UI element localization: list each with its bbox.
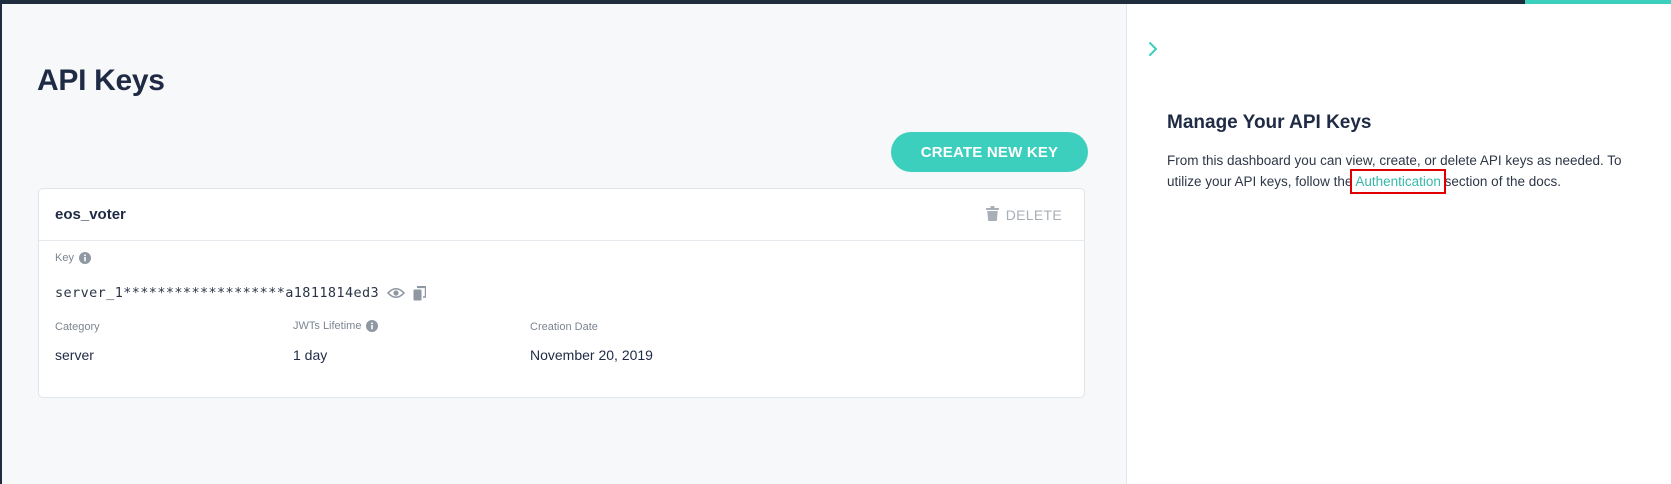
description-text-end: section of the docs. — [1440, 174, 1561, 189]
side-panel-title: Manage Your API Keys — [1167, 112, 1372, 133]
api-key-card-header: eos_voter DELETE — [39, 189, 1084, 241]
key-row: server_1*******************a1811814ed3 — [55, 285, 427, 301]
creation-date-value: November 20, 2019 — [530, 347, 653, 363]
jwt-lifetime-label: JWTs Lifetime — [293, 320, 362, 332]
key-label-group: Key — [55, 252, 91, 264]
copy-icon[interactable] — [413, 285, 427, 301]
key-label: Key — [55, 252, 74, 264]
category-value: server — [55, 347, 94, 363]
category-label: Category — [55, 321, 100, 333]
jwt-lifetime-value: 1 day — [293, 347, 328, 363]
side-panel-description: From this dashboard you can view, create… — [1167, 150, 1637, 194]
info-icon[interactable] — [78, 252, 91, 264]
main-content: API Keys CREATE NEW KEY eos_voter DELETE… — [2, 4, 1127, 484]
delete-label: DELETE — [1005, 207, 1062, 223]
authentication-docs-link[interactable]: Authentication — [1350, 169, 1446, 194]
side-panel: Manage Your API Keys From this dashboard… — [1127, 4, 1671, 484]
api-key-card: eos_voter DELETE Key server_1***********… — [38, 188, 1085, 398]
key-value: server_1*******************a1811814ed3 — [55, 285, 380, 301]
trash-icon — [985, 206, 999, 224]
jwt-label-group: JWTs Lifetime — [293, 320, 379, 332]
chevron-right-icon[interactable] — [1145, 38, 1161, 60]
create-new-key-button[interactable]: CREATE NEW KEY — [891, 132, 1088, 172]
delete-button[interactable]: DELETE — [985, 204, 1062, 226]
info-icon[interactable] — [366, 320, 379, 332]
api-key-name: eos_voter — [55, 206, 126, 223]
page-title: API Keys — [37, 64, 165, 97]
eye-icon[interactable] — [387, 287, 406, 299]
creation-date-label: Creation Date — [530, 321, 598, 333]
